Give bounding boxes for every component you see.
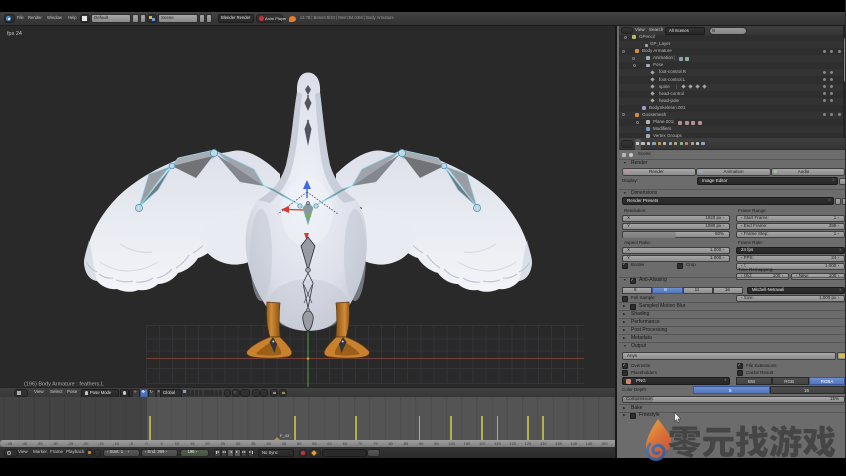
- svg-text:fps 24: fps 24: [7, 31, 22, 37]
